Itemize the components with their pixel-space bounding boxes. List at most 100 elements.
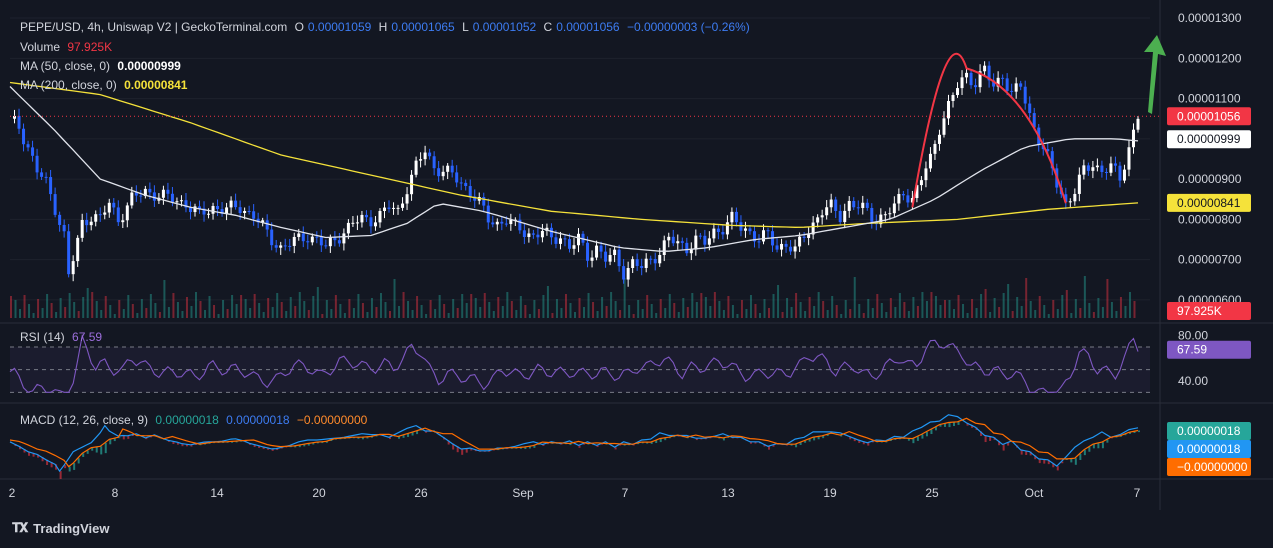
macd-histogram-bar: [953, 422, 956, 427]
volume-bar: [740, 300, 743, 318]
candle-body: [658, 255, 662, 264]
volume-bar: [555, 299, 558, 318]
candle-body: [396, 207, 400, 209]
candle-body: [116, 207, 120, 223]
volume-bar: [172, 293, 175, 318]
candle-body: [942, 118, 946, 135]
volume-bar: [506, 292, 509, 318]
candle-body: [17, 115, 21, 129]
volume-bar: [474, 298, 477, 318]
candle-body: [103, 212, 107, 215]
volume-bar: [871, 308, 874, 318]
volume-bar: [370, 298, 373, 318]
volume-bar: [393, 279, 396, 318]
rsi-value: 67.59: [72, 330, 103, 344]
candle-body: [766, 230, 770, 232]
candle-body: [1073, 193, 1077, 202]
volume-bar: [623, 278, 626, 318]
volume-bar: [1115, 311, 1118, 318]
volume-bar: [113, 314, 116, 318]
volume-bar: [253, 294, 256, 318]
candle-body: [441, 171, 445, 177]
time-tick-label: 25: [925, 486, 939, 500]
candle-body: [243, 210, 247, 213]
volume-bar: [844, 300, 847, 318]
macd-histogram-bar: [1056, 466, 1059, 471]
macd-histogram-bar: [916, 436, 919, 441]
volume-bar: [262, 312, 265, 318]
macd-hist-tag: 0.00000018: [1177, 424, 1241, 438]
volume-bar: [1097, 298, 1100, 318]
tradingview-logo[interactable]: 𝐓𝐗 TradingView: [12, 520, 110, 536]
candle-body: [689, 249, 693, 254]
time-tick-label: 7: [1134, 486, 1141, 500]
volume-bar: [1029, 301, 1032, 318]
candle-body: [1113, 163, 1117, 166]
price-tick-label: 0.00001300: [1178, 11, 1242, 25]
candle-body: [567, 239, 571, 249]
volume-bar: [501, 306, 504, 318]
candle-body: [107, 202, 111, 213]
candle-body: [743, 228, 747, 231]
volume-bar: [1052, 300, 1055, 318]
volume-bar: [677, 312, 680, 318]
candle-body: [816, 217, 820, 223]
volume-bar: [1110, 302, 1113, 318]
candle-body: [730, 211, 734, 223]
macd-signal-tag: −0.00000000: [1177, 460, 1248, 474]
time-tick-label: 13: [721, 486, 735, 500]
volume-bar: [330, 309, 333, 318]
tradingview-brand-text: TradingView: [33, 520, 110, 536]
volume-bar: [912, 297, 915, 318]
candle-body: [725, 222, 729, 235]
volume-bar: [10, 296, 12, 318]
candle-body: [883, 214, 887, 216]
candle-body: [161, 189, 165, 198]
time-tick-label: 2: [9, 486, 16, 500]
volume-bar: [1047, 314, 1050, 318]
candle-body: [130, 192, 134, 206]
volume-bar: [316, 287, 319, 318]
volume-bar: [307, 310, 310, 318]
candle-body: [310, 236, 314, 243]
candle-body: [1091, 167, 1095, 171]
candle-body: [960, 77, 964, 89]
volume-bar: [131, 304, 134, 318]
volume-bar: [903, 302, 906, 318]
candle-body: [166, 189, 170, 194]
macd-histogram-bar: [1079, 454, 1082, 460]
volume-bar: [889, 298, 892, 318]
volume-bar: [1061, 295, 1064, 318]
volume-bar: [1092, 312, 1095, 318]
volume-bar: [289, 297, 292, 318]
volume-bar: [41, 308, 44, 318]
candle-body: [378, 210, 382, 223]
candle-body: [928, 153, 932, 169]
volume-bar: [610, 292, 613, 318]
volume-bar: [321, 314, 324, 318]
candle-body: [613, 249, 617, 256]
volume-bar: [1002, 293, 1005, 318]
candle-body: [974, 85, 978, 88]
candle-body: [35, 155, 39, 173]
candle-body: [500, 221, 504, 224]
volume-bar: [1119, 297, 1122, 318]
candle-body: [1001, 77, 1005, 79]
ma50-value: 0.00000999: [117, 59, 181, 73]
volume-bar: [731, 305, 734, 318]
macd-signal-value: −0.00000000: [296, 413, 368, 427]
candle-body: [919, 180, 923, 186]
candle-body: [1005, 78, 1009, 91]
ma200-value: 0.00000841: [124, 78, 188, 92]
volume-bar: [700, 293, 703, 318]
candle-body: [892, 203, 896, 214]
candle-body: [179, 200, 183, 202]
candle-body: [482, 196, 486, 206]
ma50-line: [9, 86, 1139, 252]
macd-histogram-bar: [461, 449, 464, 455]
candle-body: [906, 195, 910, 203]
candle-body: [414, 160, 418, 175]
volume-bar: [695, 302, 698, 318]
volume-bar: [379, 293, 382, 318]
volume-bar: [438, 295, 441, 318]
